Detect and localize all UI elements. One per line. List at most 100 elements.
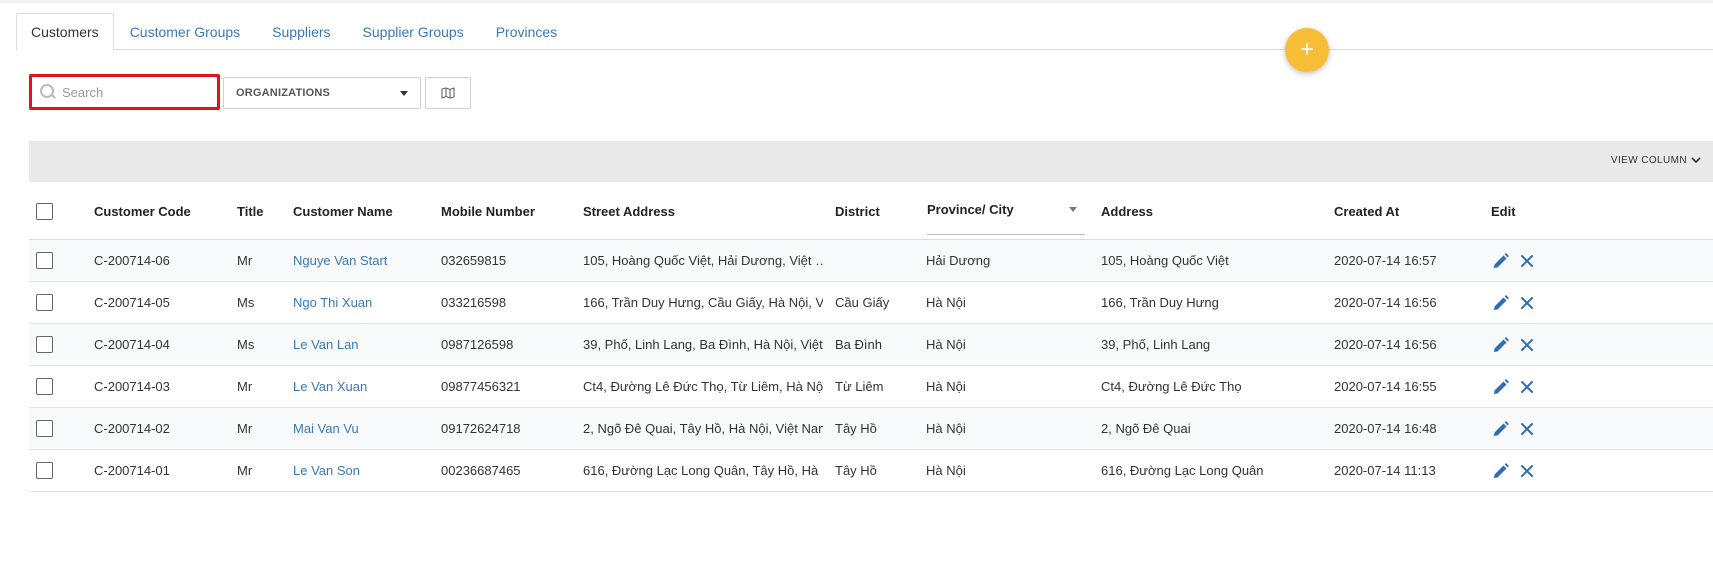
cell-customer-name[interactable]: Nguye Van Start [293,240,387,281]
select-all-checkbox[interactable] [36,202,53,220]
plus-icon: + [1299,36,1314,63]
cell-created-at: 2020-07-14 16:56 [1334,336,1437,352]
cell-customer-name-container: Mai Van Vu [293,408,433,449]
edit-pencil-icon[interactable] [1491,335,1511,355]
row-checkbox[interactable] [36,420,53,437]
delete-close-icon[interactable] [1517,335,1537,355]
cell-created-at: 2020-07-14 11:13 [1334,462,1436,478]
cell-address-container: Ct4, Đường Lê Đức Thọ [1101,366,1326,407]
delete-close-icon[interactable] [1517,461,1537,481]
edit-pencil-icon[interactable] [1491,377,1511,397]
tab-suppliers[interactable]: Suppliers [256,13,346,50]
tab-customers[interactable]: Customers [16,13,114,51]
cell-title-container: Ms [237,324,287,365]
tab-supplier-groups[interactable]: Supplier Groups [347,13,480,50]
cell-district: Cầu Giấy [835,294,890,310]
organizations-dropdown-label: ORGANIZATIONS [236,87,331,99]
table-row[interactable]: C-200714-06 Mr Nguye Van Start 032659815 105… [29,240,1713,282]
cell-customer-name-container: Le Van Son [293,450,433,491]
header-customer-name[interactable]: Customer Name [293,183,393,239]
cell-district-container: Cầu Giấy [835,282,920,323]
row-select-cell [36,366,53,407]
cell-street-address: 616, Đường Lạc Long Quân, Tây Hồ, Hà … [583,462,823,478]
cell-created-at: 2020-07-14 16:48 [1334,420,1437,436]
row-checkbox[interactable] [36,252,53,269]
header-mobile-number[interactable]: Mobile Number [441,183,535,239]
cell-customer-code-container: C-200714-01 [94,450,229,491]
organizations-dropdown[interactable]: ORGANIZATIONS [223,77,421,109]
edit-pencil-icon[interactable] [1491,461,1511,481]
cell-province-container: Hà Nội [926,366,1091,407]
table-row[interactable]: C-200714-01 Mr Le Van Son 00236687465 616, Đ… [29,450,1713,492]
cell-customer-name-container: Nguye Van Start [293,240,433,281]
delete-close-icon[interactable] [1517,419,1537,439]
header-address[interactable]: Address [1101,183,1153,239]
cell-customer-name-container: Le Van Lan [293,324,433,365]
cell-mobile-number: 0987126598 [441,336,514,352]
cell-created-at: 2020-07-14 16:56 [1334,294,1437,310]
row-select-cell [36,408,53,449]
row-checkbox[interactable] [36,462,53,479]
cell-title: Mr [237,252,253,268]
map-view-button[interactable] [425,77,471,109]
cell-address-container: 105, Hoàng Quốc Việt [1101,240,1326,281]
delete-close-icon[interactable] [1517,293,1537,313]
header-district[interactable]: District [835,183,880,239]
cell-created-at-container: 2020-07-14 16:48 [1334,408,1484,449]
cell-district-container: Tây Hồ [835,408,920,449]
header-title[interactable]: Title [237,183,264,239]
top-divider [0,0,1713,3]
cell-customer-name[interactable]: Mai Van Vu [293,408,359,449]
header-province-label: Province/ City [927,202,1014,217]
cell-province-container: Hà Nội [926,408,1091,449]
cell-customer-name[interactable]: Ngo Thi Xuan [293,282,372,323]
cell-province-container: Hà Nội [926,282,1091,323]
cell-street-address: 2, Ngõ Đê Quai, Tây Hồ, Hà Nội, Việt Nam [583,420,823,436]
header-created-at[interactable]: Created At [1334,183,1399,239]
edit-pencil-icon[interactable] [1491,419,1511,439]
cell-address: Ct4, Đường Lê Đức Thọ [1101,378,1242,394]
cell-title: Ms [237,336,255,352]
edit-pencil-icon[interactable] [1491,293,1511,313]
cell-created-at-container: 2020-07-14 16:56 [1334,324,1484,365]
cell-customer-name[interactable]: Le Van Xuan [293,366,367,407]
table-row[interactable]: C-200714-05 Ms Ngo Thi Xuan 033216598 166, T… [29,282,1713,324]
cell-province: Hà Nội [926,462,966,478]
cell-province-container: Hà Nội [926,450,1091,491]
view-column-button[interactable]: VIEW COLUMN [1611,155,1701,166]
row-checkbox[interactable] [36,378,53,395]
cell-address-container: 2, Ngõ Đê Quai [1101,408,1326,449]
tab-provinces[interactable]: Provinces [480,13,573,50]
cell-created-at-container: 2020-07-14 16:56 [1334,282,1484,323]
add-customer-button[interactable]: + [1285,28,1329,72]
delete-close-icon[interactable] [1517,377,1537,397]
delete-close-icon[interactable] [1517,251,1537,271]
cell-customer-name[interactable]: Le Van Son [293,450,360,491]
table-row[interactable]: C-200714-04 Ms Le Van Lan 0987126598 39, Phố… [29,324,1713,366]
row-actions [1491,240,1543,281]
cell-customer-code: C-200714-02 [94,420,170,436]
header-street-address[interactable]: Street Address [583,183,675,239]
cell-title: Mr [237,378,253,394]
tab-customer-groups[interactable]: Customer Groups [114,13,256,50]
edit-pencil-icon[interactable] [1491,251,1511,271]
table-row[interactable]: C-200714-02 Mr Mai Van Vu 09172624718 2, Ngõ… [29,408,1713,450]
row-actions [1491,450,1543,491]
caret-down-icon [1069,207,1077,212]
row-checkbox[interactable] [36,336,53,353]
cell-street-address: Ct4, Đường Lê Đức Thọ, Từ Liêm, Hà Nội… [583,378,823,394]
row-select-cell [36,324,53,365]
row-checkbox[interactable] [36,294,53,311]
cell-address: 616, Đường Lạc Long Quân [1101,462,1264,478]
header-province-filter[interactable]: Province/ City [927,195,1085,235]
cell-customer-code-container: C-200714-04 [94,324,229,365]
search-input[interactable] [62,84,212,100]
table-row[interactable]: C-200714-03 Mr Le Van Xuan 09877456321 Ct4, … [29,366,1713,408]
cell-title-container: Ms [237,282,287,323]
map-icon [441,87,455,99]
header-customer-code[interactable]: Customer Code [94,183,191,239]
cell-mobile-number-container: 09877456321 [441,366,576,407]
cell-title-container: Mr [237,240,287,281]
cell-district-container: Ba Đình [835,324,920,365]
cell-customer-name[interactable]: Le Van Lan [293,324,359,365]
